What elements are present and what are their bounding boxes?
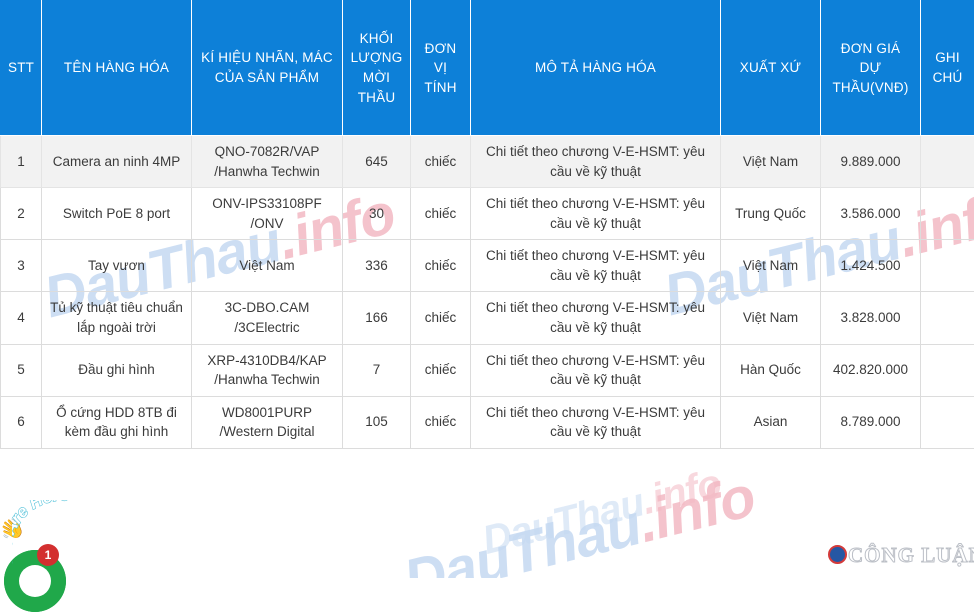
cell-name: Switch PoE 8 port — [42, 188, 192, 240]
cell-unit: chiếc — [411, 396, 471, 448]
table-header: STT TÊN HÀNG HÓA KÍ HIỆU NHÃN, MÁC CỦA S… — [1, 1, 974, 136]
we-are-here-sticker[interactable]: 👋 1 We Are Here — [0, 496, 130, 582]
cell-note — [921, 240, 974, 292]
table-row: 3 Tay vươn Việt Nam 336 chiếc Chi tiết t… — [1, 240, 974, 292]
header-ghi-chu: GHI CHÚ — [921, 1, 974, 136]
cell-price: 8.789.000 — [821, 396, 921, 448]
cell-origin: Asian — [721, 396, 821, 448]
cell-name: Ổ cứng HDD 8TB đi kèm đầu ghi hình — [42, 396, 192, 448]
watermark-congluan: CÔNG LUẬN — [828, 543, 974, 568]
cell-stt: 2 — [1, 188, 42, 240]
table-row: 4 Tủ kỹ thuật tiêu chuẩn lắp ngoài trời … — [1, 292, 974, 344]
sticker-curve-text: We Are Here — [12, 500, 70, 566]
sticker-badge: 1 — [37, 544, 59, 566]
cell-desc: Chi tiết theo chương V-E-HSMT: yêu cầu v… — [471, 240, 721, 292]
cell-desc: Chi tiết theo chương V-E-HSMT: yêu cầu v… — [471, 396, 721, 448]
sticker-curve-label: We Are Here — [12, 500, 122, 576]
cell-note — [921, 136, 974, 188]
table-row: 2 Switch PoE 8 port ONV-IPS33108PF /ONV … — [1, 188, 974, 240]
header-ki-hieu-nhan-mac: KÍ HIỆU NHÃN, MÁC CỦA SẢN PHẨM — [192, 1, 343, 136]
cell-name: Camera an ninh 4MP — [42, 136, 192, 188]
header-row: STT TÊN HÀNG HÓA KÍ HIỆU NHÃN, MÁC CỦA S… — [1, 1, 974, 136]
cell-price: 402.820.000 — [821, 344, 921, 396]
cell-unit: chiếc — [411, 188, 471, 240]
cell-name: Tay vươn — [42, 240, 192, 292]
header-stt: STT — [1, 1, 42, 136]
cell-label: WD8001PURP /Western Digital — [192, 396, 343, 448]
cell-desc: Chi tiết theo chương V-E-HSMT: yêu cầu v… — [471, 344, 721, 396]
cell-desc: Chi tiết theo chương V-E-HSMT: yêu cầu v… — [471, 292, 721, 344]
waving-hand-icon: 👋 — [0, 516, 28, 543]
cell-qty: 336 — [343, 240, 411, 292]
table-row: 6 Ổ cứng HDD 8TB đi kèm đầu ghi hình WD8… — [1, 396, 974, 448]
congluan-logo-icon — [828, 545, 847, 564]
cell-qty: 30 — [343, 188, 411, 240]
header-khoi-luong-moi-thau: KHỐI LƯỢNG MỜI THẦU — [343, 1, 411, 136]
svg-text:We Are Here: We Are Here — [12, 500, 70, 566]
header-don-vi-tinh: ĐƠN VỊ TÍNH — [411, 1, 471, 136]
cell-stt: 6 — [1, 396, 42, 448]
cell-label: ONV-IPS33108PF /ONV — [192, 188, 343, 240]
cell-note — [921, 396, 974, 448]
cell-note — [921, 292, 974, 344]
watermark-suffix: .info — [631, 464, 761, 555]
watermark-text: DauThau — [397, 492, 647, 578]
cell-origin: Việt Nam — [721, 136, 821, 188]
cell-qty: 645 — [343, 136, 411, 188]
congluan-text: CÔNG LUẬN — [848, 543, 974, 567]
cell-name: Tủ kỹ thuật tiêu chuẩn lắp ngoài trời — [42, 292, 192, 344]
cell-desc: Chi tiết theo chương V-E-HSMT: yêu cầu v… — [471, 188, 721, 240]
cell-price: 9.889.000 — [821, 136, 921, 188]
header-ten-hang-hoa: TÊN HÀNG HÓA — [42, 1, 192, 136]
cell-price: 3.828.000 — [821, 292, 921, 344]
cell-qty: 105 — [343, 396, 411, 448]
cell-stt: 5 — [1, 344, 42, 396]
cell-name: Đầu ghi hình — [42, 344, 192, 396]
cell-stt: 1 — [1, 136, 42, 188]
cell-stt: 3 — [1, 240, 42, 292]
cell-unit: chiếc — [411, 136, 471, 188]
cell-label: Việt Nam — [192, 240, 343, 292]
cell-origin: Trung Quốc — [721, 188, 821, 240]
header-mo-ta-hang-hoa: MÔ TẢ HÀNG HÓA — [471, 1, 721, 136]
cell-qty: 7 — [343, 344, 411, 396]
cell-origin: Việt Nam — [721, 240, 821, 292]
sticker-ring-icon — [4, 550, 66, 612]
header-xuat-xu: XUẤT XỨ — [721, 1, 821, 136]
header-don-gia-du-thau: ĐƠN GIÁ DỰ THẦU(VNĐ) — [821, 1, 921, 136]
cell-stt: 4 — [1, 292, 42, 344]
table-body: 1 Camera an ninh 4MP QNO-7082R/VAP /Hanw… — [1, 136, 974, 449]
cell-note — [921, 344, 974, 396]
watermark-dauthau-bottom: DauThau.info — [397, 463, 761, 578]
cell-desc: Chi tiết theo chương V-E-HSMT: yêu cầu v… — [471, 136, 721, 188]
cell-unit: chiếc — [411, 240, 471, 292]
table-row: 5 Đầu ghi hình XRP-4310DB4/KAP /Hanwha T… — [1, 344, 974, 396]
table-row: 1 Camera an ninh 4MP QNO-7082R/VAP /Hanw… — [1, 136, 974, 188]
watermark-text: DauThau — [478, 480, 648, 562]
cell-label: 3C-DBO.CAM /3CElectric — [192, 292, 343, 344]
cell-label: XRP-4310DB4/KAP /Hanwha Techwin — [192, 344, 343, 396]
watermark-dauthau-bottom-small: DauThau.info — [478, 461, 725, 564]
watermark-suffix: .info — [637, 461, 725, 523]
cell-origin: Việt Nam — [721, 292, 821, 344]
cell-origin: Hàn Quốc — [721, 344, 821, 396]
cell-price: 3.586.000 — [821, 188, 921, 240]
cell-unit: chiếc — [411, 344, 471, 396]
cell-price: 1.424.500 — [821, 240, 921, 292]
cell-qty: 166 — [343, 292, 411, 344]
cell-unit: chiếc — [411, 292, 471, 344]
cell-note — [921, 188, 974, 240]
cell-label: QNO-7082R/VAP /Hanwha Techwin — [192, 136, 343, 188]
goods-table: STT TÊN HÀNG HÓA KÍ HIỆU NHÃN, MÁC CỦA S… — [0, 0, 974, 449]
